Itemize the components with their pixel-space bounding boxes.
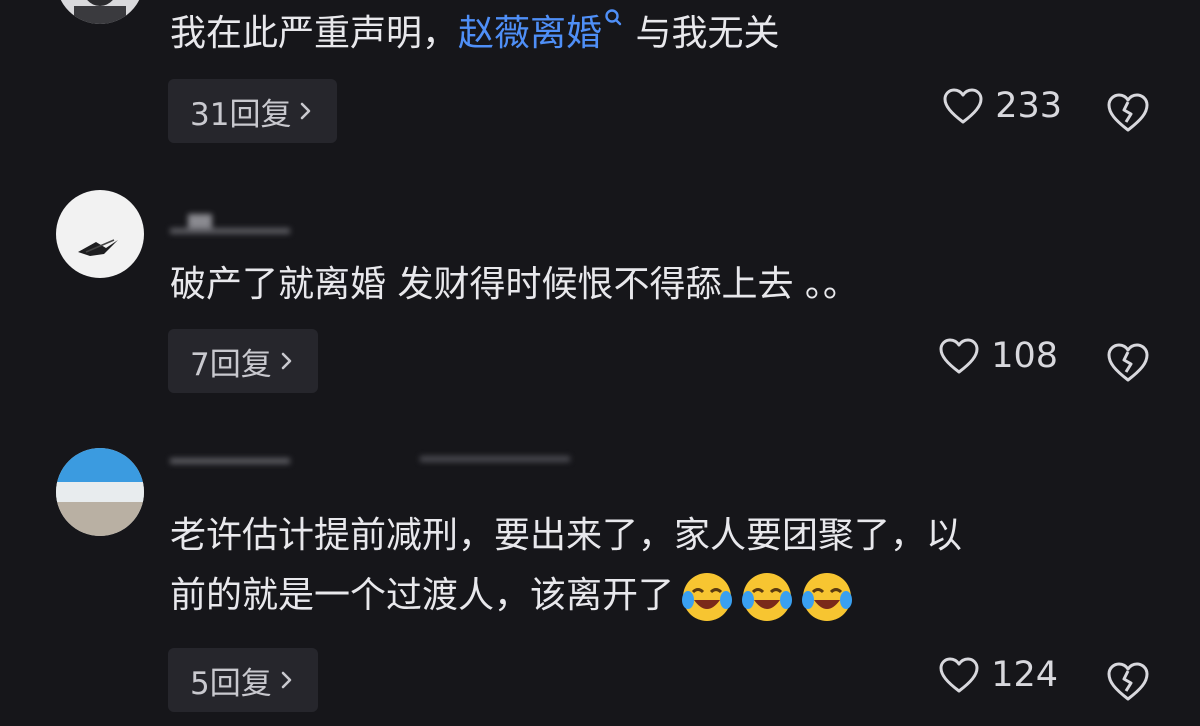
like-button[interactable]: 124 [937,655,1058,695]
broken-heart-icon[interactable] [1104,88,1152,136]
comment-text: 破产了就离婚 发财得时候恨不得舔上去 。。 [170,264,859,305]
blurred-username-icon [170,456,570,464]
laughing-crying-emoji [682,573,733,621]
replies-button[interactable]: 31回复 [168,79,338,143]
username-blurred[interactable] [170,452,590,474]
like-count: 233 [995,86,1062,126]
avatar[interactable] [56,0,144,24]
like-button[interactable]: 108 [937,336,1058,376]
chevron-right-icon [281,352,292,370]
laughing-crying-emoji [802,573,853,621]
laughing-crying-emoji [742,573,793,621]
chevron-right-icon [281,671,292,689]
replies-button[interactable]: 7回复 [168,329,318,393]
avatar-man-icon [56,0,144,24]
like-button[interactable]: 233 [941,86,1062,126]
username-blurred[interactable] [170,208,410,236]
avatar[interactable] [56,448,144,536]
comment-line-2: 前的就是一个过渡人，该离开了 [170,566,962,626]
heart-outline-icon [943,88,983,124]
broken-heart-icon[interactable] [1104,338,1152,386]
broken-heart-icon[interactable] [1104,657,1152,705]
heart-outline-icon [939,657,979,693]
search-icon [605,9,622,26]
avatar-beach-icon [56,448,144,536]
like-count: 108 [991,336,1058,376]
blurred-username-icon [170,208,290,234]
replies-button[interactable]: 5回复 [168,648,318,712]
chevron-right-icon [301,102,311,120]
comment-line-1: 老许估计提前减刑，要出来了，家人要团聚了，以 [170,515,963,556]
comment-text: 老许估计提前减刑，要出来了，家人要团聚了，以 前的就是一个过渡人，该离开了 [170,506,962,626]
avatar-feather-icon [56,190,144,278]
comment-text: 我在此严重声明，赵薇离婚 与我无关 [170,4,779,64]
heart-outline-icon [939,338,979,374]
avatar[interactable] [56,190,144,278]
keyword-link[interactable]: 赵薇离婚 [458,9,624,54]
like-count: 124 [991,655,1058,695]
